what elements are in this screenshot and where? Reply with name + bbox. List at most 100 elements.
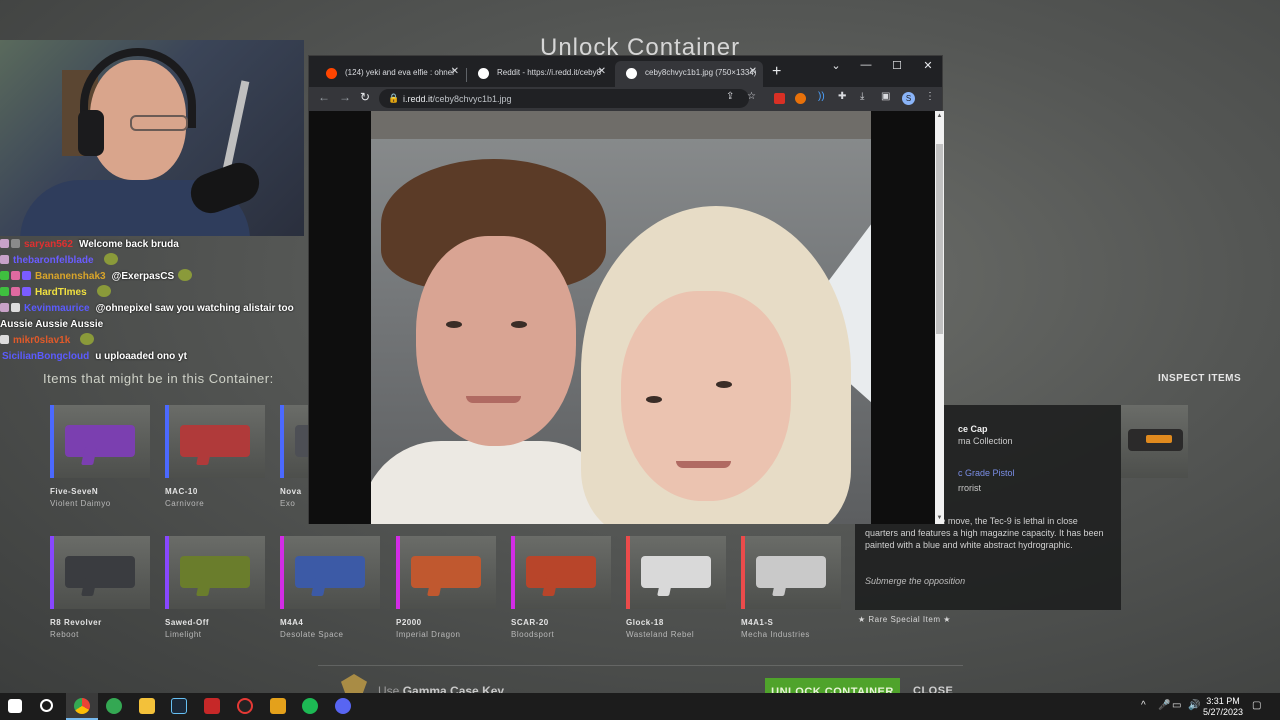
rarity-bar <box>511 536 515 609</box>
item-skin: Desolate Space <box>280 630 344 639</box>
item-tile[interactable]: MAC-10 Carnivore <box>165 405 265 508</box>
scroll-up-icon[interactable]: ▲ <box>936 113 943 119</box>
extensions-puzzle-icon[interactable]: ✚ <box>838 91 846 102</box>
extension-red-icon[interactable] <box>774 93 785 104</box>
item-skin: Bloodsport <box>511 630 555 639</box>
download-icon[interactable]: ⤓ <box>860 91 864 102</box>
new-tab-button[interactable]: + <box>772 63 781 81</box>
emote-icon <box>103 253 118 265</box>
item-tile[interactable]: Five-SeveN Violent Daimyo <box>50 405 150 508</box>
chat-username[interactable]: saryan562 <box>24 239 73 250</box>
search-icon[interactable] <box>40 699 53 712</box>
chat-badge-icon <box>22 287 31 296</box>
profile-avatar[interactable]: S <box>902 92 915 105</box>
scroll-down-icon[interactable]: ▼ <box>936 515 943 521</box>
gun-image <box>295 556 365 588</box>
chat-badge-icon <box>11 287 20 296</box>
globe-icon <box>626 68 637 79</box>
tab-reddit-media[interactable]: Reddit - https://i.redd.it/ceby8 ✕ <box>467 61 612 87</box>
chat-username[interactable]: Bananenshak3 <box>35 271 106 282</box>
chat-badge-icon <box>0 287 9 296</box>
video-editor-icon[interactable] <box>204 698 220 714</box>
chat-text: Welcome back bruda <box>78 239 179 250</box>
url-path: /ceby8chvyc1b1.jpg <box>432 94 512 104</box>
inspect-items-button[interactable]: INSPECT ITEMS <box>1158 373 1241 384</box>
chat-text: u uploaaded ono yt <box>95 351 187 362</box>
tab-image[interactable]: ceby8chvyc1b1.jpg (750×1334) ✕ <box>615 61 763 87</box>
tooltip-collection: ma Collection <box>958 436 1013 446</box>
chat-username[interactable]: Kevinmaurice <box>24 303 90 314</box>
sidepanel-icon[interactable]: ▣ <box>881 91 890 102</box>
chat-username[interactable]: HardTImes <box>35 287 87 298</box>
share-icon[interactable]: ⇪ <box>726 91 734 102</box>
minimize-icon[interactable]: — <box>851 59 881 71</box>
item-skin: Mecha Industries <box>741 630 810 639</box>
microphone-tray-icon[interactable]: 🎤 <box>1158 700 1170 711</box>
chat-message: SicilianBongcloud u uploaaded ono yt <box>0 349 310 365</box>
close-button[interactable]: CLOSE <box>913 685 953 693</box>
item-tile[interactable]: Glock-18 Wasteland Rebel <box>626 536 726 639</box>
close-tab-icon[interactable]: ✕ <box>749 66 757 77</box>
chat-username[interactable]: thebaronfelblade <box>13 255 94 266</box>
notifications-icon[interactable]: ▢ <box>1252 700 1261 711</box>
item-tile[interactable]: M4A4 Desolate Space <box>280 536 380 639</box>
spotify-icon[interactable] <box>302 698 318 714</box>
browser-alt-icon[interactable] <box>106 698 122 714</box>
chrome-icon[interactable] <box>74 698 90 714</box>
extension-audio-icon[interactable]: )) <box>818 91 825 102</box>
chat-text: @ExerpasCS <box>111 271 175 282</box>
network-tray-icon[interactable]: ▭ <box>1172 700 1181 711</box>
maximize-icon[interactable]: ☐ <box>882 59 912 72</box>
item-tile-p90[interactable] <box>1120 405 1188 478</box>
clock-time: 3:31 PM <box>1206 696 1240 706</box>
tab-search-icon[interactable]: ⌄ <box>821 59 851 72</box>
item-card <box>50 536 150 609</box>
back-icon[interactable]: ← <box>318 90 330 104</box>
tab-reddit-post[interactable]: (124) yeki and eva elfie : ohnel ✕ <box>315 61 465 87</box>
item-tile[interactable]: R8 Revolver Reboot <box>50 536 150 639</box>
girl-mouth <box>676 461 731 468</box>
item-card <box>165 405 265 478</box>
address-bar[interactable]: 🔒 i.redd.it/ceby8chvyc1b1.jpg <box>379 89 749 108</box>
bookmark-star-icon[interactable]: ☆ <box>747 91 756 102</box>
file-explorer-icon[interactable] <box>139 698 155 714</box>
item-name: MAC-10 <box>165 487 198 496</box>
item-tile[interactable]: Sawed-Off Limelight <box>165 536 265 639</box>
item-tile[interactable]: M4A1-S Mecha Industries <box>741 536 841 639</box>
page-scrollbar[interactable]: ▲ ▼ <box>935 111 944 524</box>
menu-kebab-icon[interactable]: ⋮ <box>925 91 935 102</box>
item-tile[interactable]: P2000 Imperial Dragon <box>396 536 496 639</box>
emote-icon <box>178 269 193 281</box>
forward-icon[interactable]: → <box>339 90 351 104</box>
chat-message: thebaronfelblade <box>0 253 310 269</box>
close-tab-icon[interactable]: ✕ <box>598 66 606 77</box>
extension-orange-icon[interactable] <box>795 93 806 104</box>
obs-icon[interactable] <box>237 698 253 714</box>
tray-chevron-icon[interactable]: ^ <box>1141 700 1146 711</box>
item-card <box>280 536 380 609</box>
use-key-label: Use Gamma Case Key <box>378 684 504 693</box>
rarity-bar <box>50 536 54 609</box>
webcam-overlay <box>0 40 304 236</box>
windows-start-icon[interactable] <box>8 699 22 713</box>
unlock-container-button[interactable]: UNLOCK CONTAINER <box>765 678 900 693</box>
close-window-icon[interactable]: ✕ <box>913 59 943 72</box>
chat-badge-icon <box>11 239 20 248</box>
reload-icon[interactable]: ↻ <box>360 90 370 104</box>
selfie-image[interactable] <box>371 111 871 524</box>
tooltip-quote: Submerge the opposition <box>865 576 966 586</box>
gun-image <box>411 556 481 588</box>
tooltip-title: ce Cap <box>958 424 988 434</box>
close-tab-icon[interactable]: ✕ <box>451 66 459 77</box>
csgo-icon[interactable] <box>270 698 286 714</box>
item-name: M4A4 <box>280 618 304 627</box>
taskbar-clock[interactable]: 3:31 PM 5/27/2023 <box>1198 696 1248 718</box>
chat-username[interactable]: mikr0slav1k <box>13 335 70 346</box>
rare-special-item[interactable]: ★ Rare Special Item ★ <box>858 615 951 624</box>
scrollbar-thumb[interactable] <box>936 144 943 334</box>
item-tile[interactable]: SCAR-20 Bloodsport <box>511 536 611 639</box>
steam-icon[interactable] <box>171 698 187 714</box>
discord-icon[interactable] <box>335 698 351 714</box>
item-skin: Limelight <box>165 630 202 639</box>
chat-username[interactable]: SicilianBongcloud <box>2 351 89 362</box>
